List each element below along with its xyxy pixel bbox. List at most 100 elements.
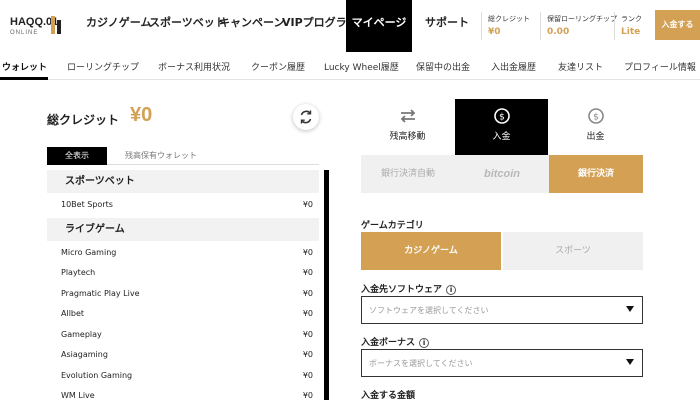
nav-divider xyxy=(481,12,482,40)
wallet-list: スポーツベット 10Bet Sports ¥0 ライブゲーム Micro Gam… xyxy=(47,170,319,400)
provider-name: Evolution Gaming xyxy=(61,370,133,380)
bonus-placeholder: ボーナスを選択してください xyxy=(369,359,473,368)
provider-amount: ¥0 xyxy=(302,268,313,277)
list-item: Micro Gaming ¥0 xyxy=(47,243,319,264)
subnav-coupon-history[interactable]: クーポン履歴 xyxy=(251,60,305,73)
subnav-pending-withdrawal[interactable]: 保留中の出金 xyxy=(416,60,470,73)
stat-total-credit: 総クレジット ¥0 xyxy=(488,14,530,37)
provider-name: 10Bet Sports xyxy=(61,200,113,209)
stat-value: Lite xyxy=(621,27,641,37)
software-placeholder: ソフトウェアを選択してください xyxy=(369,306,489,315)
active-subnav-indicator xyxy=(0,77,48,80)
method-bank-auto[interactable]: 銀行決済自動 xyxy=(361,155,455,193)
list-item: Allbet ¥0 xyxy=(47,304,319,325)
subnav-bonus-usage[interactable]: ボーナス利用状況 xyxy=(158,60,230,73)
provider-name: Pragmatic Play Live xyxy=(61,288,140,298)
stat-value: 0.00 xyxy=(547,27,570,37)
nav-casino-games[interactable]: カジノゲーム xyxy=(86,0,151,52)
wallet-tabs: 全表示 残高保有ウォレット xyxy=(47,147,319,165)
tab-label: 出金 xyxy=(586,132,605,142)
stat-value: ¥0 xyxy=(488,27,501,37)
info-icon[interactable]: i xyxy=(446,285,457,295)
nav-divider xyxy=(540,12,541,40)
game-category-casino[interactable]: カジノゲーム xyxy=(361,232,501,270)
provider-amount: ¥0 xyxy=(302,200,313,209)
software-label-text: 入金先ソフトウェア xyxy=(361,285,443,295)
tab-balance-transfer[interactable]: 残高移動 xyxy=(361,99,454,155)
deposit-button[interactable]: 入金する xyxy=(655,10,700,40)
subnav-wallet[interactable]: ウォレット xyxy=(2,60,47,73)
site-logo[interactable]: HAQQ.01 ONLINE xyxy=(10,10,66,42)
nav-support[interactable]: サポート xyxy=(425,0,469,52)
category-header: スポーツベット xyxy=(47,170,319,193)
chevron-down-icon xyxy=(626,359,634,365)
provider-amount: ¥0 xyxy=(302,329,313,339)
subnav-rolling-chip[interactable]: ローリングチップ xyxy=(67,60,139,73)
stat-rank: ランク Lite xyxy=(621,14,642,37)
nav-divider xyxy=(614,12,615,40)
provider-name: WM Live xyxy=(61,391,95,400)
software-label: 入金先ソフトウェア i xyxy=(361,282,457,295)
method-bank-transfer[interactable]: 銀行決済 xyxy=(549,155,643,193)
provider-name: Gameplay xyxy=(61,329,102,339)
game-category-label: ゲームカテゴリ xyxy=(361,221,424,231)
nav-my-page[interactable]: マイページ xyxy=(346,0,412,52)
list-item: Gameplay ¥0 xyxy=(47,325,319,346)
logo-mark-icon xyxy=(51,16,61,34)
list-item: WM Live ¥0 xyxy=(47,386,319,400)
refresh-button[interactable] xyxy=(293,104,319,130)
provider-amount: ¥0 xyxy=(302,391,313,400)
subnav-transaction-history[interactable]: 入出金履歴 xyxy=(491,60,536,73)
game-category-sports[interactable]: スポーツ xyxy=(503,232,643,270)
stat-label: ランク xyxy=(621,15,642,23)
tab-withdraw[interactable]: $ 出金 xyxy=(549,99,642,155)
stat-pending-rolling-chip: 保留ローリングチップ 0.00 xyxy=(547,14,617,37)
credit-value: ¥0 xyxy=(130,104,153,126)
info-icon[interactable]: i xyxy=(419,338,430,348)
provider-amount: ¥0 xyxy=(302,370,313,380)
provider-name: Allbet xyxy=(61,309,85,318)
transfer-arrows-icon xyxy=(400,109,416,123)
provider-amount: ¥0 xyxy=(302,309,313,318)
software-select[interactable]: ソフトウェアを選択してください xyxy=(361,296,643,324)
provider-amount: ¥0 xyxy=(302,247,313,257)
chevron-down-icon xyxy=(626,306,634,312)
bonus-select[interactable]: ボーナスを選択してください xyxy=(361,349,643,377)
deposit-coin-icon: $ xyxy=(494,108,510,124)
nav-sports-bet[interactable]: スポーツベット xyxy=(149,0,226,52)
bonus-label-text: 入金ボーナス xyxy=(361,338,416,348)
list-item: Pragmatic Play Live ¥0 xyxy=(47,284,319,305)
list-item: Asiagaming ¥0 xyxy=(47,345,319,366)
withdraw-coin-icon: $ xyxy=(588,108,604,124)
bitcoin-logo: bitcoin xyxy=(483,168,521,180)
category-header: ライブゲーム xyxy=(47,217,319,241)
stat-label: 保留ローリングチップ xyxy=(547,15,617,23)
provider-name: Asiagaming xyxy=(61,350,108,359)
provider-name: Micro Gaming xyxy=(61,247,117,257)
method-bitcoin[interactable]: bitcoin xyxy=(455,155,549,193)
list-item: Playtech ¥0 xyxy=(47,263,319,284)
tab-show-all[interactable]: 全表示 xyxy=(47,147,107,165)
nav-campaign[interactable]: キャンペーン xyxy=(219,0,284,52)
list-item: Evolution Gaming ¥0 xyxy=(47,366,319,387)
top-navigation: HAQQ.01 ONLINE カジノゲーム スポーツベット キャンペーン VIP… xyxy=(0,0,700,52)
logo-subtext: ONLINE xyxy=(10,30,39,36)
wallet-list-scrollbar[interactable] xyxy=(324,170,329,400)
tab-deposit[interactable]: $ 入金 xyxy=(455,99,548,155)
provider-amount: ¥0 xyxy=(302,350,313,359)
bonus-label: 入金ボーナス i xyxy=(361,335,430,348)
tab-label: 入金 xyxy=(492,132,511,142)
list-item: 10Bet Sports ¥0 xyxy=(47,195,319,216)
tab-label: 残高移動 xyxy=(389,132,426,142)
svg-text:$: $ xyxy=(593,113,599,123)
tab-balance-wallets[interactable]: 残高保有ウォレット xyxy=(125,150,197,161)
subnav-lucky-wheel-history[interactable]: Lucky Wheel履歴 xyxy=(324,60,399,73)
amount-label: 入金する金額 xyxy=(361,391,416,400)
sub-navigation: ウォレット ローリングチップ ボーナス利用状況 クーポン履歴 Lucky Whe… xyxy=(0,52,700,80)
subnav-profile-info[interactable]: プロフィール情報 xyxy=(624,60,696,73)
refresh-icon xyxy=(300,110,312,124)
subnav-friend-list[interactable]: 友達リスト xyxy=(558,60,603,73)
stat-label: 総クレジット xyxy=(488,15,530,23)
credit-label: 総クレジット xyxy=(47,113,120,127)
provider-name: Playtech xyxy=(61,268,96,277)
